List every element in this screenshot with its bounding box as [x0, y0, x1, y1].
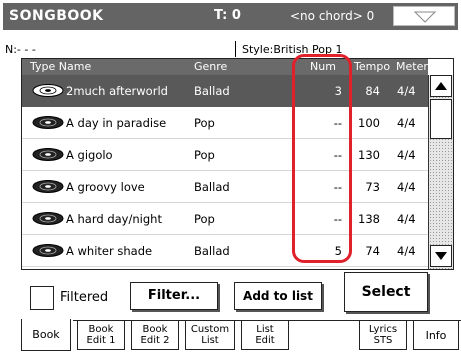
disk-icon — [32, 180, 64, 193]
tab-list-edit[interactable]: List Edit — [241, 320, 289, 350]
tab-label: Book — [32, 328, 60, 341]
arrow-up-icon — [435, 82, 447, 90]
song-tempo: 73 — [365, 180, 380, 194]
song-meter: 4/4 — [397, 244, 416, 258]
page-menu-button[interactable] — [393, 6, 455, 26]
column-genre[interactable]: Genre — [194, 60, 227, 73]
song-genre: Ballad — [194, 244, 230, 258]
song-meter: 4/4 — [397, 84, 416, 98]
header-bar: SONGBOOK T: 0 <no chord> 0 — [3, 3, 458, 30]
tab-book-edit-2[interactable]: Book Edit 2 — [131, 320, 179, 350]
song-genre: Pop — [194, 148, 215, 162]
song-genre: Pop — [194, 212, 215, 226]
tab-book[interactable]: Book — [21, 319, 71, 351]
info-line: N:- - - Style:British Pop 1 — [3, 41, 458, 57]
tab-label-line1: List — [256, 324, 274, 335]
song-genre: Ballad — [194, 84, 230, 98]
tempo-display: T: 0 — [214, 8, 241, 23]
tab-bar: Book Book Edit 1 Book Edit 2 Custom List… — [21, 319, 461, 355]
table-row[interactable]: A day in paradise Pop -- 100 4/4 — [22, 107, 428, 139]
song-genre: Pop — [194, 116, 215, 130]
song-table: Type Name Genre Num Tempo Meter 2much af… — [21, 58, 454, 270]
songbook-screen: SONGBOOK T: 0 <no chord> 0 N:- - - Style… — [0, 0, 461, 355]
column-meter[interactable]: Meter — [396, 60, 428, 73]
song-name: A whiter shade — [66, 244, 153, 258]
tab-label: Info — [425, 329, 447, 342]
scroll-up-button[interactable] — [430, 75, 452, 97]
song-tempo: 138 — [358, 212, 380, 226]
song-genre: Ballad — [194, 180, 230, 194]
song-name: A gigolo — [66, 148, 113, 162]
table-row[interactable]: A groovy love Ballad -- 73 4/4 — [22, 171, 428, 203]
song-name: 2much afterworld — [66, 84, 168, 98]
tab-label-line2: Edit 1 — [86, 335, 116, 346]
song-meter: 4/4 — [397, 116, 416, 130]
tab-custom-list[interactable]: Custom List — [185, 320, 235, 350]
song-meter: 4/4 — [397, 212, 416, 226]
tab-label-line1: Book — [88, 324, 114, 335]
triangle-down-icon — [414, 11, 436, 23]
table-header: Type Name Genre Num Tempo Meter — [22, 59, 428, 75]
disk-icon — [32, 148, 64, 161]
vertical-scrollbar[interactable] — [428, 75, 453, 269]
tab-book-edit-1[interactable]: Book Edit 1 — [77, 320, 125, 350]
tab-lyrics-sts[interactable]: Lyrics STS — [359, 320, 407, 350]
song-tempo: 100 — [358, 116, 380, 130]
song-name: A day in paradise — [66, 116, 167, 130]
tab-info[interactable]: Info — [413, 320, 459, 350]
song-name: A groovy love — [66, 180, 145, 194]
filter-button[interactable]: Filter... — [130, 282, 218, 310]
page-title: SONGBOOK — [9, 8, 104, 24]
filtered-label: Filtered — [60, 290, 109, 305]
disk-icon — [32, 212, 64, 225]
tab-label-line2: Edit 2 — [140, 335, 170, 346]
song-tempo: 130 — [358, 148, 380, 162]
song-meter: 4/4 — [397, 180, 416, 194]
column-type-name[interactable]: Type Name — [30, 60, 91, 73]
disk-icon — [32, 244, 64, 257]
table-row[interactable]: 2much afterworld Ballad 3 84 4/4 — [22, 75, 428, 107]
tab-label-line2: Edit — [255, 335, 275, 346]
chord-display: <no chord> 0 — [290, 9, 375, 23]
tab-label-line1: Custom — [190, 324, 230, 335]
column-tempo[interactable]: Tempo — [354, 60, 390, 73]
tab-label-line2: STS — [373, 335, 393, 346]
lyrics-indicator: N:- - - — [5, 43, 36, 56]
song-meter: 4/4 — [397, 148, 416, 162]
tab-label-line2: List — [201, 335, 219, 346]
table-row[interactable]: A whiter shade Ballad 5 74 4/4 — [22, 235, 428, 267]
disk-icon — [32, 116, 64, 129]
song-tempo: 84 — [365, 84, 380, 98]
arrow-down-icon — [435, 252, 447, 260]
select-button[interactable]: Select — [344, 272, 428, 312]
tab-label-line1: Book — [142, 324, 168, 335]
disk-icon — [32, 84, 64, 97]
scroll-down-button[interactable] — [430, 245, 452, 267]
table-rows: 2much afterworld Ballad 3 84 4/4 A day i… — [22, 75, 428, 269]
filtered-checkbox[interactable] — [30, 286, 54, 310]
tab-label-line1: Lyrics — [368, 324, 398, 335]
song-name: A hard day/night — [66, 212, 162, 226]
table-row[interactable]: A hard day/night Pop -- 138 4/4 — [22, 203, 428, 235]
add-to-list-button[interactable]: Add to list — [234, 282, 322, 310]
table-row[interactable]: A gigolo Pop -- 130 4/4 — [22, 139, 428, 171]
num-column-highlight — [292, 54, 352, 263]
song-tempo: 74 — [365, 244, 380, 258]
scroll-thumb[interactable] — [430, 99, 452, 139]
